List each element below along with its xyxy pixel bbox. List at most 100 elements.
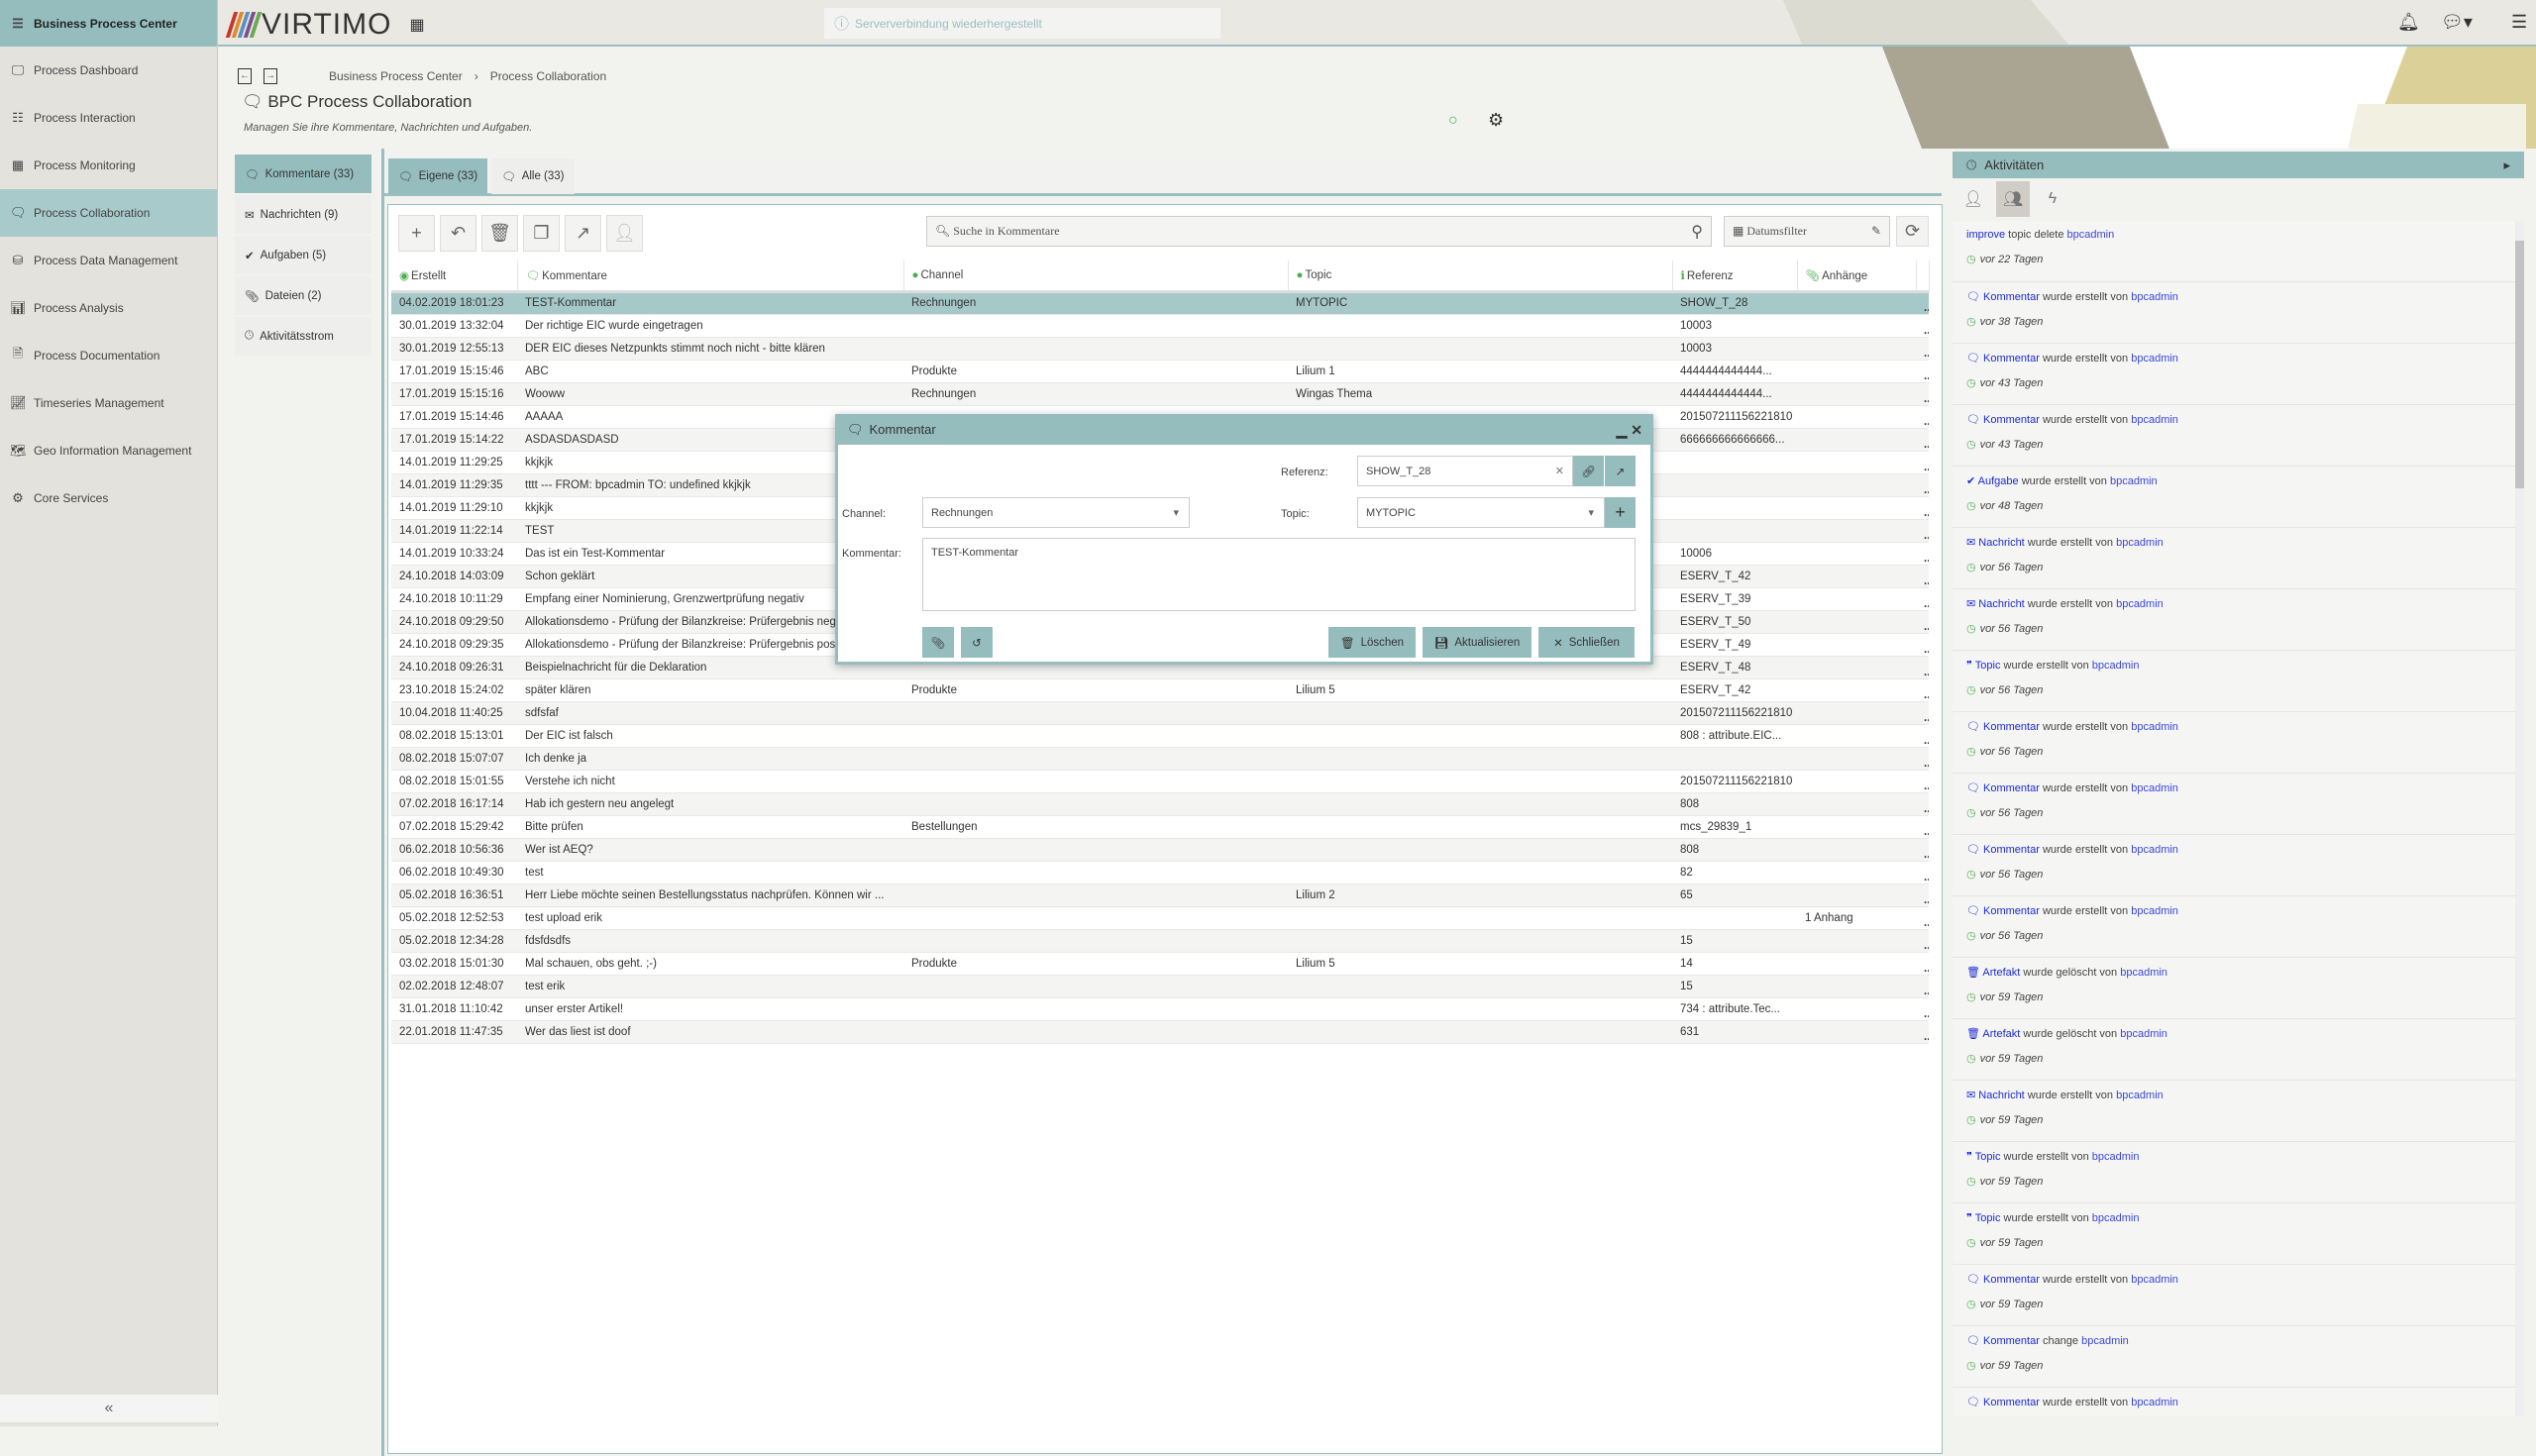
- row-menu-button[interactable]: ...: [1916, 1020, 1929, 1044]
- row-menu-button[interactable]: ...: [1916, 587, 1929, 611]
- activity-type-link[interactable]: Kommentar: [1983, 782, 2040, 794]
- activity-type-link[interactable]: Kommentar: [1983, 1335, 2040, 1347]
- activity-type-link[interactable]: Topic: [1975, 660, 2001, 672]
- activity-type-link[interactable]: Kommentar: [1983, 844, 2040, 856]
- activity-user-link[interactable]: bpcadmin: [2116, 537, 2164, 549]
- sidebar-item-timeseries-management[interactable]: 📈︎ Timeseries Management: [0, 379, 217, 427]
- delete-button[interactable]: 🗑︎: [481, 214, 518, 252]
- activity-user-link[interactable]: bpcadmin: [2092, 660, 2140, 672]
- row-menu-button[interactable]: ...: [1916, 747, 1929, 771]
- activity-type-link[interactable]: Kommentar: [1983, 905, 2040, 917]
- activity-type-link[interactable]: Kommentar: [1983, 1397, 2040, 1408]
- open-external-button[interactable]: ↗: [565, 214, 601, 252]
- activity-user-link[interactable]: bpcadmin: [2131, 1274, 2178, 1286]
- table-row[interactable]: 31.01.2018 11:10:42 unser erster Artikel!…: [391, 997, 1929, 1021]
- activity-user-link[interactable]: bpcadmin: [2131, 782, 2178, 794]
- row-menu-button[interactable]: ...: [1916, 884, 1929, 907]
- table-row[interactable]: 17.01.2019 15:15:16 Wooww Rechnungen Wingas…: [391, 382, 1929, 406]
- hamburger-menu-icon[interactable]: ☰: [2511, 12, 2527, 33]
- activity-user-link[interactable]: bpcadmin: [2131, 1397, 2178, 1408]
- row-menu-button[interactable]: ...: [1916, 838, 1929, 862]
- expand-right-icon[interactable]: ▸: [2503, 157, 2510, 173]
- activity-type-link[interactable]: Nachricht: [1978, 1090, 2024, 1101]
- activity-user-link[interactable]: bpcadmin: [2131, 905, 2178, 917]
- row-menu-button[interactable]: ...: [1916, 496, 1929, 520]
- copy-button[interactable]: ❐: [523, 214, 560, 252]
- activity-user-link[interactable]: bpcadmin: [2120, 1028, 2167, 1040]
- activity-type-link[interactable]: Aufgabe: [1978, 475, 2019, 487]
- add-button[interactable]: +: [398, 214, 435, 252]
- activity-user-link[interactable]: bpcadmin: [2131, 844, 2178, 856]
- table-row[interactable]: 23.10.2018 15:24:02 später klären Produkte…: [391, 678, 1929, 702]
- column-header-channel[interactable]: ● Channel: [903, 260, 1289, 293]
- tab-1[interactable]: 🗨︎ Alle (33): [491, 158, 575, 194]
- channel-select[interactable]: Rechnungen ▾: [922, 497, 1190, 528]
- table-row[interactable]: 06.02.2018 10:49:30test 82...: [391, 861, 1929, 884]
- activity-tab-user[interactable]: 👤︎: [1956, 181, 1990, 217]
- table-row[interactable]: 22.01.2018 11:47:35 Wer das liest ist doo…: [391, 1020, 1929, 1044]
- row-menu-button[interactable]: ...: [1916, 929, 1929, 953]
- activity-type-link[interactable]: Artefakt: [1982, 1028, 2020, 1040]
- sidebar-item-process-monitoring[interactable]: ▦ Process Monitoring: [0, 142, 217, 189]
- row-menu-button[interactable]: ...: [1916, 451, 1929, 474]
- vtab-2[interactable]: ✔ Aufgaben (5): [235, 236, 371, 274]
- row-menu-button[interactable]: ...: [1916, 382, 1929, 406]
- table-row[interactable]: 07.02.2018 15:29:42 Bitte prüfen Bestellun…: [391, 815, 1929, 839]
- history-button[interactable]: ↺: [961, 627, 993, 658]
- table-row[interactable]: 08.02.2018 15:07:07Ich denke ja...: [391, 747, 1929, 771]
- row-menu-button[interactable]: ...: [1916, 337, 1929, 361]
- activity-user-link[interactable]: bpcadmin: [2131, 721, 2178, 733]
- table-row[interactable]: 07.02.2018 16:17:14 Hab ich gestern neu a…: [391, 792, 1929, 816]
- table-row[interactable]: 30.01.2019 12:55:13 DER EIC dieses Netzpu…: [391, 337, 1929, 361]
- sidebar-item-geo-information-management[interactable]: 🗺︎ Geo Information Management: [0, 427, 217, 474]
- table-row[interactable]: 10.04.2018 11:40:25 sdfsfaf 20150721115622…: [391, 701, 1929, 725]
- row-menu-button[interactable]: ...: [1916, 405, 1929, 429]
- dialog-header[interactable]: 🗨︎ Kommentar ▁ ✕: [835, 414, 1653, 445]
- row-menu-button[interactable]: ...: [1916, 701, 1929, 725]
- row-menu-button[interactable]: ...: [1916, 428, 1929, 452]
- sidebar-item-process-dashboard[interactable]: 🖵 Process Dashboard: [0, 47, 217, 94]
- row-menu-button[interactable]: ...: [1916, 997, 1929, 1021]
- row-menu-button[interactable]: ...: [1916, 633, 1929, 657]
- activity-user-link[interactable]: bpcadmin: [2092, 1212, 2140, 1224]
- activity-type-link[interactable]: Kommentar: [1983, 1274, 2040, 1286]
- sidebar-item-process-collaboration[interactable]: 🗨︎ Process Collaboration: [0, 189, 217, 237]
- table-row[interactable]: 08.02.2018 15:01:55 Verstehe ich nicht 201…: [391, 770, 1929, 793]
- row-menu-button[interactable]: ...: [1916, 861, 1929, 884]
- activity-type-link[interactable]: Kommentar: [1983, 414, 2040, 426]
- sidebar-item-process-data-management[interactable]: ⛁ Process Data Management: [0, 237, 217, 284]
- vtab-3[interactable]: 📎︎ Dateien (2): [235, 276, 371, 315]
- row-menu-button[interactable]: ...: [1916, 678, 1929, 702]
- row-menu-button[interactable]: ...: [1916, 610, 1929, 634]
- row-menu-button[interactable]: ...: [1916, 952, 1929, 976]
- activity-user-link[interactable]: bpcadmin: [2092, 1151, 2140, 1163]
- activity-type-link[interactable]: Topic: [1975, 1212, 2001, 1224]
- collapse-sidebar-button[interactable]: «: [0, 1395, 218, 1422]
- reply-button[interactable]: ↶: [440, 214, 476, 252]
- activity-type-link[interactable]: Topic: [1975, 1151, 2001, 1163]
- refresh-button[interactable]: ⟳: [1896, 216, 1929, 247]
- date-filter[interactable]: ▦ Datumsfilter ✎: [1724, 216, 1890, 247]
- close-icon[interactable]: ✕: [1631, 422, 1642, 438]
- delete-comment-button[interactable]: 🗑︎ Löschen: [1328, 627, 1416, 658]
- activity-scrollbar[interactable]: [2515, 221, 2524, 1416]
- table-row[interactable]: 04.02.2019 18:01:23 TEST-Kommentar Rechnun…: [391, 291, 1929, 315]
- activity-user-link[interactable]: bpcadmin: [2116, 1090, 2164, 1101]
- bell-icon[interactable]: 🔔︎: [2397, 12, 2420, 33]
- column-header-erstellt[interactable]: ◉ Erstellt: [391, 260, 518, 293]
- table-row[interactable]: 06.02.2018 10:56:36Wer ist AEQ? 808...: [391, 838, 1929, 862]
- table-row[interactable]: 17.01.2019 15:15:46 ABC Produkte Lilium 1 44…: [391, 360, 1929, 383]
- row-menu-button[interactable]: ...: [1916, 360, 1929, 383]
- column-header-topic[interactable]: ● Topic: [1288, 260, 1673, 293]
- activity-user-link[interactable]: bpcadmin: [2131, 353, 2178, 364]
- sidebar-item-core-services[interactable]: ⚙ Core Services: [0, 474, 217, 522]
- column-header-kommentare[interactable]: 🗨︎ Kommentare: [517, 260, 904, 293]
- row-menu-button[interactable]: ...: [1916, 770, 1929, 793]
- activity-tab-events[interactable]: ϟ: [2036, 181, 2069, 217]
- activity-type-link[interactable]: Kommentar: [1983, 291, 2040, 303]
- clear-icon[interactable]: ✕: [1555, 465, 1564, 477]
- activity-user-link[interactable]: bpcadmin: [2081, 1335, 2129, 1347]
- activity-user-link[interactable]: bpcadmin: [2131, 414, 2178, 426]
- vtab-4[interactable]: 🕓︎ Aktivitätsstrom: [235, 317, 371, 356]
- row-menu-button[interactable]: ...: [1916, 724, 1929, 748]
